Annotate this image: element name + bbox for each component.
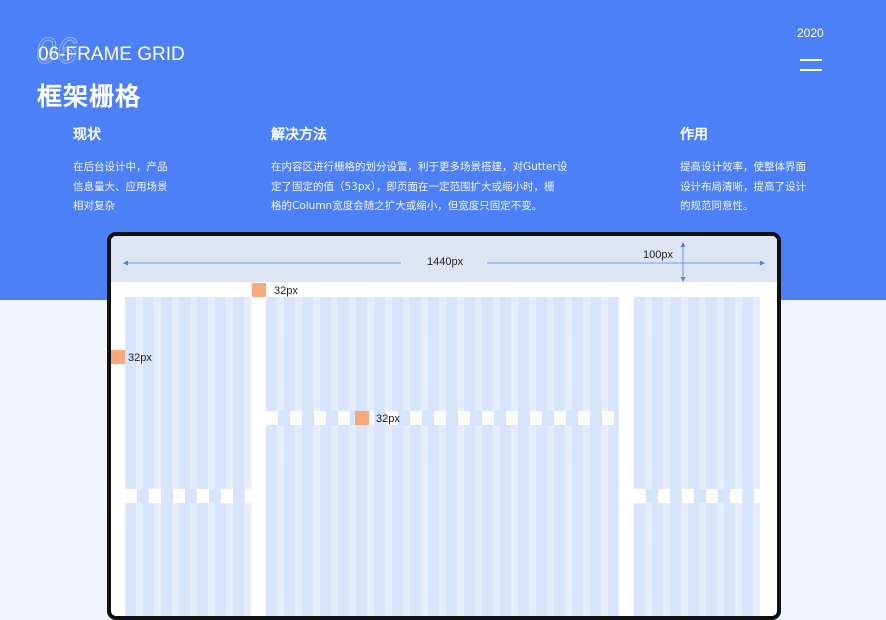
grid-block-left-bottom [125, 503, 251, 616]
section-status: 现状 在后台设计中，产品 信息量大、应用场景 相对复杂 [73, 124, 223, 217]
gutter-right [634, 489, 760, 503]
section-effect: 作用 提高设计效率，使整体界面 设计布局清晰，提高了设计 的规范同意性。 [680, 124, 840, 217]
arrow-right-icon [760, 260, 765, 266]
effect-line-1: 提高设计效率，使整体界面 [680, 161, 806, 173]
grid-block-center-bottom [266, 425, 619, 616]
gap-marker-middle [355, 411, 369, 425]
status-line-1: 在后台设计中，产品 [73, 161, 168, 173]
effect-heading: 作用 [680, 127, 708, 143]
width-label: 1440px [427, 256, 464, 268]
gap-label-middle: 32px [376, 413, 400, 425]
solution-line-3: 格的Column宽度会随之扩大或缩小，但宽度只固定不变。 [271, 200, 543, 212]
header-height-label: 100px [643, 249, 673, 261]
section-subtitle: 06-FRAME GRID [38, 44, 185, 65]
gap-marker-left [111, 350, 125, 364]
gap-marker-top [252, 283, 266, 297]
arrow-left-icon [123, 260, 128, 266]
arrow-up-icon [680, 242, 686, 247]
section-solution: 解决方法 在内容区进行栅格的划分设置，利于更多场景搭建，对Gutter设 定了固… [271, 124, 601, 217]
status-line-2: 信息量大、应用场景 [73, 180, 168, 193]
grid-block-center-top [266, 297, 619, 411]
status-heading: 现状 [73, 127, 101, 143]
grid-block-right-top [634, 297, 760, 489]
grid-block-right-bottom [634, 503, 760, 616]
effect-line-2: 设计布局清晰，提高了设计 [680, 180, 806, 193]
gap-label-left: 32px [128, 352, 152, 364]
solution-heading: 解决方法 [271, 127, 327, 143]
gutter-left [125, 489, 251, 503]
grid-block-left-top [125, 297, 251, 489]
gutter-center [266, 411, 619, 425]
status-line-3: 相对复杂 [73, 200, 115, 212]
page-title: 框架栅格 [37, 82, 142, 111]
menu-icon-line-top [800, 59, 822, 61]
arrow-down-icon [680, 277, 686, 282]
device-frame: 1440px 100px 32px 32px 32px [107, 232, 781, 620]
dimension-lines [123, 242, 765, 282]
gap-label-top: 32px [274, 285, 298, 297]
solution-line-1: 在内容区进行栅格的划分设置，利于更多场景搭建，对Gutter设 [271, 161, 568, 173]
year-label: 2020 [797, 26, 824, 40]
solution-line-2: 定了固定的值（53px），即页面在一定范围扩大或缩小时，栅 [271, 180, 555, 193]
menu-icon-line-bottom [800, 69, 822, 71]
effect-line-3: 的规范同意性。 [680, 200, 754, 212]
